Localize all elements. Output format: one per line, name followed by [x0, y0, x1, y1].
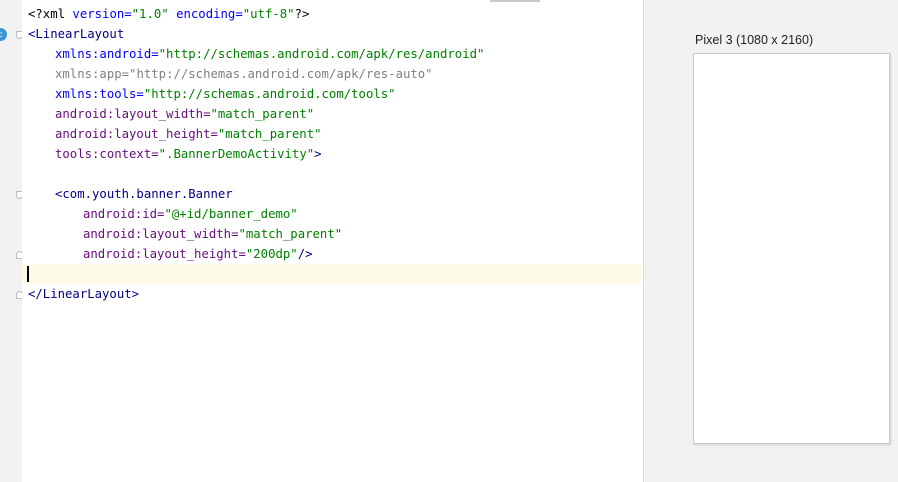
- code-line-banner-width: android:layout_width="match_parent": [83, 227, 343, 241]
- code-editor[interactable]: <?xml version="1.0" encoding="utf-8"?> <…: [22, 0, 664, 482]
- code-line-ns-tools: xmlns:tools="http://schemas.android.com/…: [55, 87, 396, 101]
- code-line-layout-width: android:layout_width="match_parent": [55, 107, 315, 121]
- code-line-banner-height: android:layout_height="200dp"/>: [83, 247, 313, 261]
- code-line-banner-id: android:id="@+id/banner_demo": [83, 207, 298, 221]
- editor-gutter: c: [0, 0, 23, 482]
- device-preview-screen[interactable]: [693, 53, 890, 444]
- code-line-layout-height: android:layout_height="match_parent": [55, 127, 322, 141]
- layout-preview-panel: Pixel 3 (1080 x 2160): [643, 0, 898, 482]
- code-line-ns-app: xmlns:app="http://schemas.android.com/ap…: [55, 67, 433, 81]
- text-caret: [27, 266, 29, 282]
- device-label[interactable]: Pixel 3 (1080 x 2160): [695, 33, 813, 47]
- code-line-linearlayout-close: </LinearLayout>: [28, 287, 140, 301]
- current-line-highlight: [22, 264, 642, 284]
- code-line-banner-open: <com.youth.banner.Banner: [55, 187, 233, 201]
- code-line-linearlayout-open: <LinearLayout: [28, 27, 125, 41]
- class-icon[interactable]: c: [0, 28, 7, 41]
- code-line-xml-declaration: <?xml version="1.0" encoding="utf-8"?>: [28, 7, 310, 21]
- editor-scroll-tab[interactable]: [490, 0, 540, 2]
- code-line-ns-android: xmlns:android="http://schemas.android.co…: [55, 47, 485, 61]
- code-line-tools-context: tools:context=".BannerDemoActivity">: [55, 147, 322, 161]
